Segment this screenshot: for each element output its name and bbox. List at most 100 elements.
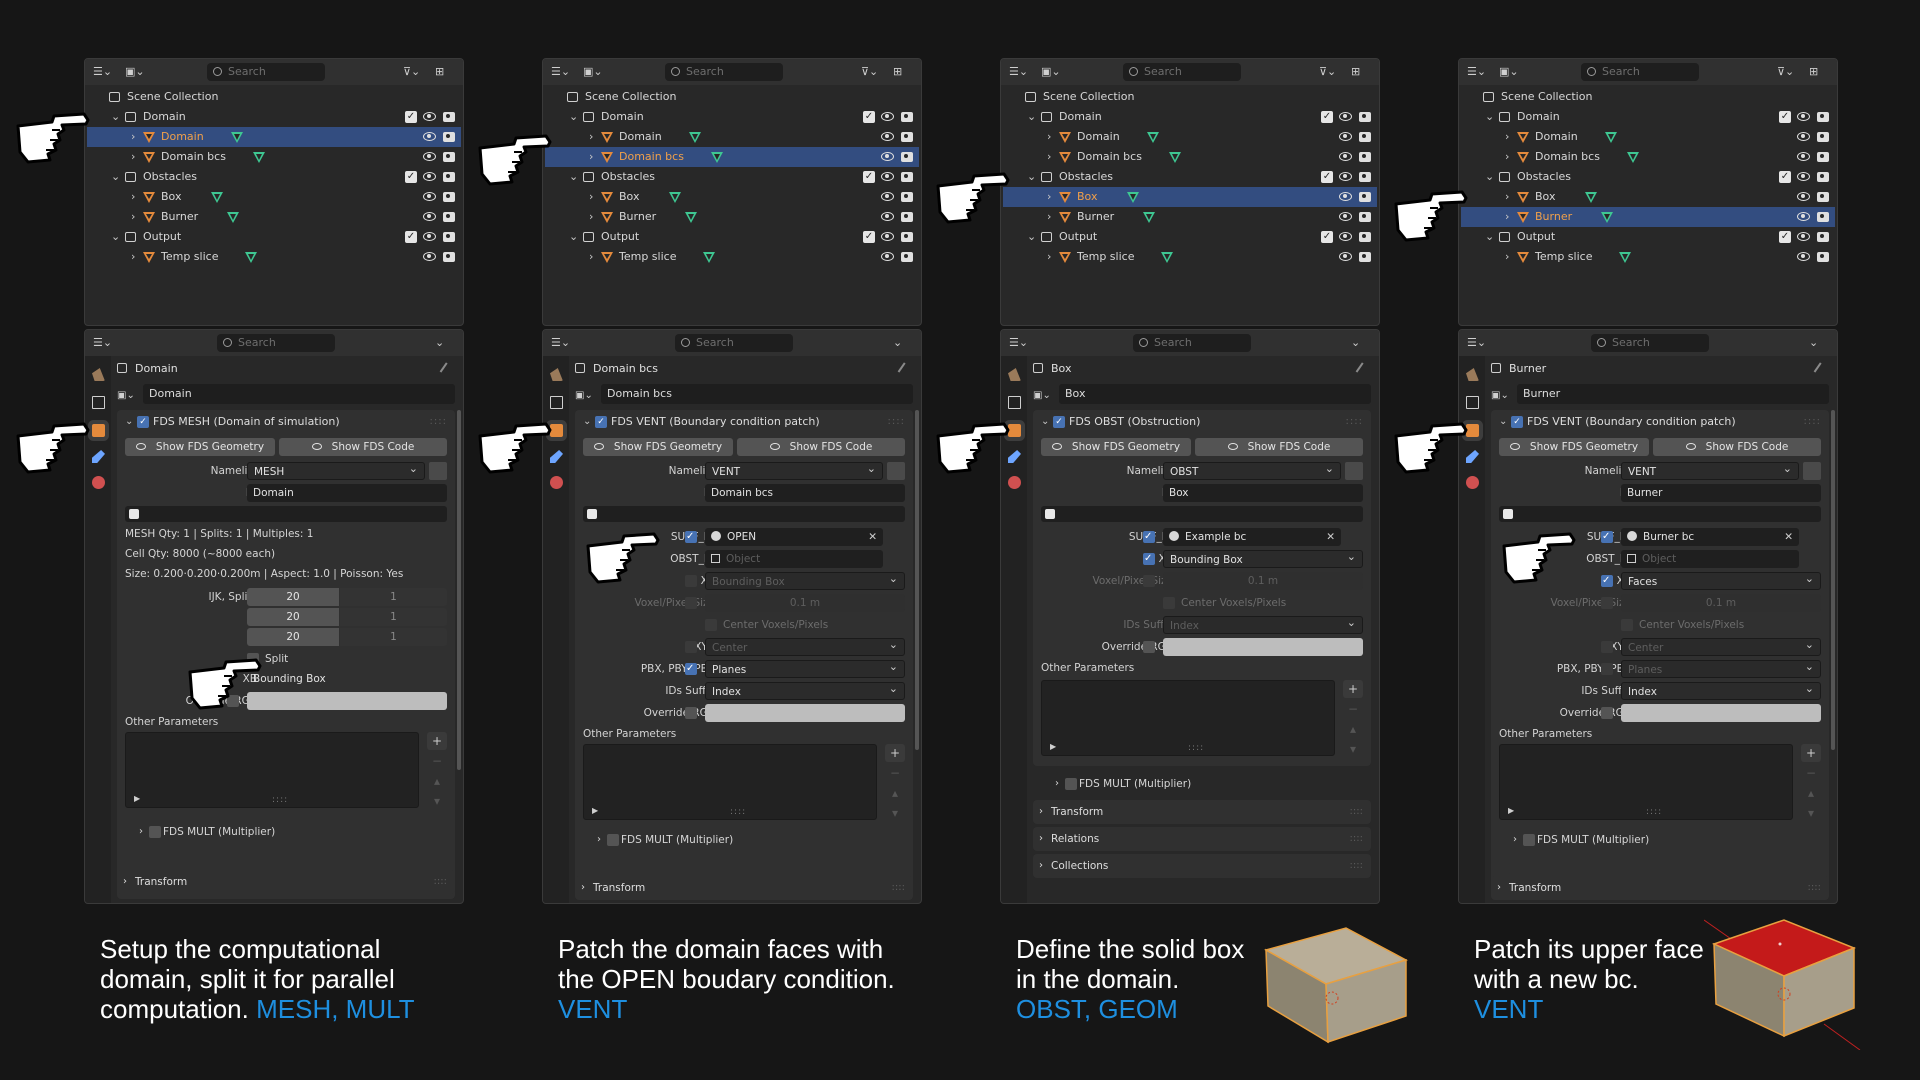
outliner-row[interactable]: › Domain — [545, 127, 919, 147]
eye-icon[interactable] — [1339, 252, 1352, 261]
other-parameters-list[interactable]: ▶:::: — [583, 744, 877, 820]
outliner-row[interactable]: › Domain — [1461, 127, 1835, 147]
pin-icon[interactable] — [897, 362, 912, 377]
filter-icon[interactable]: ⊽⌄ — [403, 63, 433, 81]
fds-panel-header[interactable]: ⌄ ✓ FDS VENT (Boundary condition patch):::… — [1491, 410, 1829, 434]
camera-icon[interactable] — [901, 212, 913, 222]
show-fds-geometry-button[interactable]: Show FDS Geometry — [125, 438, 275, 456]
xyz-dropdown[interactable]: Center — [705, 638, 905, 656]
outliner-row[interactable]: › Domain bcs — [1461, 147, 1835, 167]
surf-id-checkbox[interactable] — [1143, 528, 1155, 546]
eye-icon[interactable] — [1339, 192, 1352, 201]
xb-checkbox[interactable] — [685, 575, 697, 587]
outliner-row[interactable]: › Temp slice — [1461, 247, 1835, 267]
eye-icon[interactable] — [1797, 232, 1810, 241]
display-mode-button[interactable]: ▣⌄ — [583, 63, 613, 81]
outliner-row[interactable]: ⌄ Output ✓ — [545, 227, 919, 247]
scene-collection-row[interactable]: Scene Collection — [545, 87, 919, 107]
fds-panel-header[interactable]: ⌄ ✓ FDS MESH (Domain of simulation):::: — [117, 410, 455, 434]
options-dropdown[interactable]: ⌄ — [1809, 334, 1837, 352]
outliner-row[interactable]: › Domain bcs — [1003, 147, 1377, 167]
search-input[interactable]: Search — [665, 63, 783, 81]
fds-mult-checkbox[interactable] — [1065, 778, 1077, 790]
exclude-checkbox[interactable]: ✓ — [863, 171, 875, 183]
camera-icon[interactable] — [1359, 232, 1371, 242]
tool-tab-icon[interactable] — [92, 368, 105, 381]
eyedropper-icon[interactable] — [887, 550, 905, 568]
editor-type-button[interactable]: ☰⌄ — [1009, 63, 1039, 81]
move-up-icon[interactable]: ▴ — [1801, 784, 1821, 802]
scrollbar[interactable] — [1831, 410, 1835, 750]
voxel-size-field[interactable]: 0.1 m — [1621, 594, 1821, 612]
add-icon[interactable]: + — [885, 744, 905, 762]
exclude-checkbox[interactable]: ✓ — [863, 231, 875, 243]
pbx-dropdown[interactable]: Planes — [705, 660, 905, 678]
xb-checkbox[interactable] — [1143, 550, 1155, 568]
namelist-dropdown[interactable]: VENT — [1621, 462, 1799, 480]
eye-icon[interactable] — [1339, 212, 1352, 221]
options-dropdown[interactable]: ⌄ — [435, 334, 463, 352]
exclude-checkbox[interactable]: ✓ — [1779, 231, 1791, 243]
obst-id-field[interactable]: Object — [705, 550, 883, 568]
filter-icon[interactable]: ⊽⌄ — [1319, 63, 1349, 81]
eye-icon[interactable] — [881, 152, 894, 161]
display-mode-button[interactable]: ▣⌄ — [1499, 63, 1529, 81]
eye-icon[interactable] — [423, 212, 436, 221]
eye-icon[interactable] — [881, 232, 894, 241]
exclude-checkbox[interactable]: ✓ — [1321, 231, 1333, 243]
override-rgb-checkbox[interactable] — [685, 707, 697, 719]
new-collection-icon[interactable]: ⊞ — [1351, 63, 1379, 81]
editor-type-button[interactable]: ☰⌄ — [93, 63, 123, 81]
color-swatch[interactable] — [1621, 704, 1821, 722]
object-name-field[interactable]: Domain — [143, 384, 455, 404]
camera-icon[interactable] — [1817, 112, 1829, 122]
editor-type-button[interactable]: ☰⌄ — [1467, 63, 1497, 81]
namelist-dropdown[interactable]: VENT — [705, 462, 883, 480]
add-icon[interactable]: + — [1343, 680, 1363, 698]
namelist-dropdown[interactable]: OBST — [1163, 462, 1341, 480]
fds-panel-checkbox[interactable]: ✓ — [595, 416, 607, 428]
fds-mult-checkbox[interactable] — [1523, 834, 1535, 846]
eye-icon[interactable] — [423, 232, 436, 241]
eye-icon[interactable] — [423, 252, 436, 261]
object-type-icon[interactable]: ▣⌄ — [117, 386, 139, 402]
pin-icon[interactable] — [439, 362, 454, 377]
voxel-size-checkbox[interactable] — [1143, 575, 1155, 587]
transform-panel[interactable]: › Transform:::: — [575, 876, 913, 900]
namelist-picker-icon[interactable] — [1803, 462, 1821, 480]
outliner-row-selected[interactable]: › Burner — [1461, 207, 1835, 227]
id-field[interactable]: Burner — [1621, 484, 1821, 502]
camera-icon[interactable] — [1359, 192, 1371, 202]
namelist-picker-icon[interactable] — [429, 462, 447, 480]
object-name-field[interactable]: Box — [1059, 384, 1371, 404]
object-type-icon[interactable]: ▣⌄ — [575, 386, 597, 402]
eye-icon[interactable] — [881, 212, 894, 221]
pin-icon[interactable] — [1355, 362, 1370, 377]
exclude-checkbox[interactable]: ✓ — [405, 231, 417, 243]
eye-icon[interactable] — [1339, 112, 1352, 121]
show-fds-code-button[interactable]: Show FDS Code — [279, 438, 447, 456]
fds-mult-subpanel[interactable]: › FDS MULT (Multiplier) — [1041, 774, 1371, 794]
show-fds-code-button[interactable]: Show FDS Code — [737, 438, 905, 456]
eye-icon[interactable] — [1797, 212, 1810, 221]
fds-mult-checkbox[interactable] — [607, 834, 619, 846]
namelist-dropdown[interactable]: MESH — [247, 462, 425, 480]
exclude-checkbox[interactable]: ✓ — [1779, 171, 1791, 183]
pin-icon[interactable] — [1813, 362, 1828, 377]
outliner-row[interactable]: › Temp slice — [1003, 247, 1377, 267]
surf-id-checkbox[interactable] — [1601, 528, 1613, 546]
namelist-picker-icon[interactable] — [887, 462, 905, 480]
outliner-row[interactable]: › Domain — [1003, 127, 1377, 147]
xb-dropdown[interactable]: Bounding Box — [1163, 550, 1363, 568]
camera-icon[interactable] — [443, 112, 455, 122]
display-mode-button[interactable]: ▣⌄ — [1041, 63, 1071, 81]
display-mode-button[interactable]: ▣⌄ — [125, 63, 155, 81]
tool-tab-icon[interactable] — [1466, 368, 1479, 381]
eye-icon[interactable] — [881, 172, 894, 181]
camera-icon[interactable] — [1817, 192, 1829, 202]
options-dropdown[interactable]: ⌄ — [1351, 334, 1379, 352]
pbx-checkbox[interactable] — [1601, 663, 1613, 675]
eye-icon[interactable] — [881, 112, 894, 121]
add-icon[interactable]: + — [427, 732, 447, 750]
remove-icon[interactable]: − — [1343, 700, 1363, 718]
